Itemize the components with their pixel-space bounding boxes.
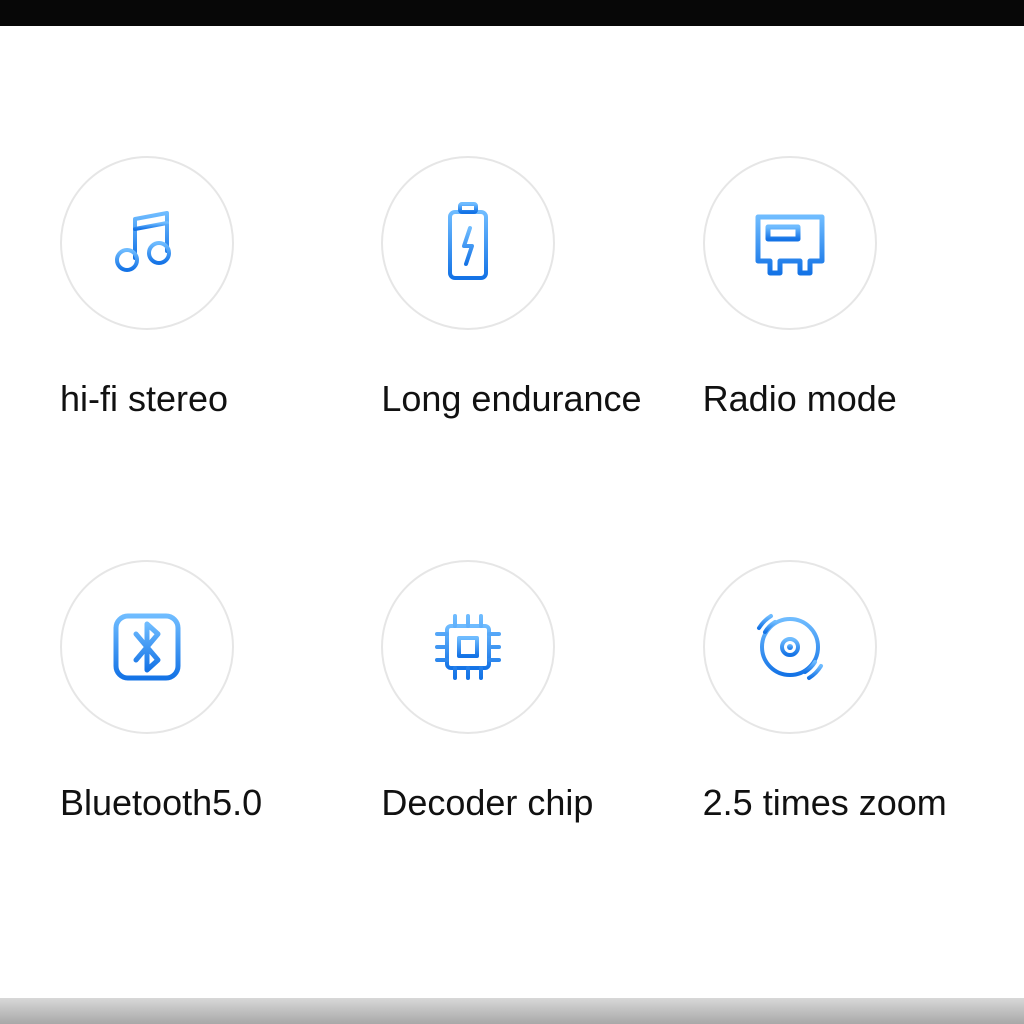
feature-zoom-label: 2.5 times zoom — [703, 782, 947, 824]
page: hi-fi stereo — [0, 0, 1024, 1024]
radio-chip-icon — [748, 207, 832, 279]
feature-grid: hi-fi stereo — [60, 156, 984, 824]
bluetooth-icon — [108, 608, 186, 686]
feature-hifi-circle — [60, 156, 234, 330]
feature-endurance-label: Long endurance — [381, 378, 641, 420]
music-note-icon — [107, 203, 187, 283]
feature-radio: Radio mode — [703, 156, 984, 420]
feature-decoder: Decoder chip — [381, 560, 662, 824]
disc-icon — [747, 604, 833, 690]
feature-bluetooth: Bluetooth5.0 — [60, 560, 341, 824]
battery-icon — [438, 198, 498, 288]
feature-decoder-circle — [381, 560, 555, 734]
feature-endurance: Long endurance — [381, 156, 662, 420]
feature-bluetooth-label: Bluetooth5.0 — [60, 782, 262, 824]
processor-icon — [425, 604, 511, 690]
feature-zoom-circle — [703, 560, 877, 734]
feature-hifi-label: hi-fi stereo — [60, 378, 228, 420]
feature-radio-circle — [703, 156, 877, 330]
bottom-edge-shadow — [0, 998, 1024, 1024]
feature-hifi: hi-fi stereo — [60, 156, 341, 420]
feature-endurance-circle — [381, 156, 555, 330]
top-black-bar — [0, 0, 1024, 26]
feature-decoder-label: Decoder chip — [381, 782, 593, 824]
feature-card: hi-fi stereo — [0, 26, 1024, 998]
feature-zoom: 2.5 times zoom — [703, 560, 984, 824]
feature-radio-label: Radio mode — [703, 378, 897, 420]
feature-bluetooth-circle — [60, 560, 234, 734]
